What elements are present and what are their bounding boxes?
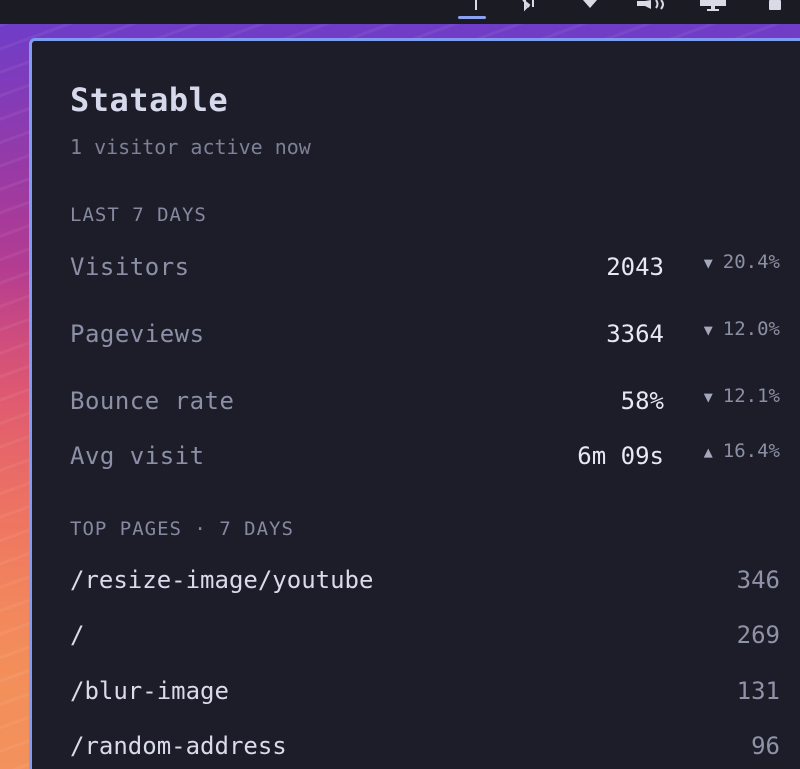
page-count: 346 xyxy=(736,566,780,594)
input-icon[interactable] xyxy=(468,0,484,14)
stat-value: 58% xyxy=(620,387,664,415)
trend-down-icon: ▼ xyxy=(703,388,713,406)
stats-section-label: LAST 7 DAYS xyxy=(70,204,207,226)
page-path: /blur-image xyxy=(70,677,229,705)
battery-icon[interactable] xyxy=(766,0,784,14)
stat-change: 12.1% xyxy=(722,385,780,407)
statable-popup: Statable 1 visitor active now LAST 7 DAY… xyxy=(29,38,800,769)
stat-trend: ▼ 12.0% xyxy=(704,318,780,340)
stat-label: Pageviews xyxy=(70,320,205,348)
stat-change: 12.0% xyxy=(722,318,780,340)
page-count: 131 xyxy=(736,677,780,705)
bluetooth-icon[interactable] xyxy=(516,0,538,14)
stat-label: Bounce rate xyxy=(70,387,235,415)
stat-label: Visitors xyxy=(70,253,190,281)
top-page-row[interactable]: /resize-image/youtube 346 xyxy=(70,566,780,600)
trend-up-icon: ▲ xyxy=(703,443,713,461)
page-path: /random-address xyxy=(70,732,287,760)
page-path: /resize-image/youtube xyxy=(70,566,374,594)
stat-trend: ▲ 16.4% xyxy=(704,440,780,462)
stat-value: 6m 09s xyxy=(577,442,664,470)
wifi-icon[interactable] xyxy=(580,0,600,14)
stat-row-pageviews[interactable]: Pageviews 3364 ▼ 12.0% xyxy=(70,318,780,354)
stat-value: 3364 xyxy=(606,320,664,348)
stat-row-visitors[interactable]: Visitors 2043 ▼ 20.4% xyxy=(70,251,780,287)
top-page-row[interactable]: /random-address 96 xyxy=(70,732,780,766)
stat-value: 2043 xyxy=(606,253,664,281)
top-page-row[interactable]: / 269 xyxy=(70,621,780,655)
stat-change: 20.4% xyxy=(722,251,780,273)
volume-icon[interactable] xyxy=(634,0,670,14)
active-visitors-text: 1 visitor active now xyxy=(70,135,311,159)
stat-change: 16.4% xyxy=(722,440,780,462)
active-indicator xyxy=(458,16,486,19)
page-count: 96 xyxy=(751,732,780,760)
top-pages-section-label: TOP PAGES · 7 DAYS xyxy=(70,518,294,540)
page-path: / xyxy=(70,621,85,649)
top-page-row[interactable]: /blur-image 131 xyxy=(70,677,780,711)
stat-row-bounce-rate[interactable]: Bounce rate 58% ▼ 12.1% xyxy=(70,385,780,421)
stat-label: Avg visit xyxy=(70,442,205,470)
display-icon[interactable] xyxy=(698,0,728,14)
app-title: Statable xyxy=(70,81,229,119)
stat-trend: ▼ 12.1% xyxy=(704,385,780,407)
stat-row-avg-visit[interactable]: Avg visit 6m 09s ▲ 16.4% xyxy=(70,440,780,476)
page-count: 269 xyxy=(736,621,780,649)
system-top-bar xyxy=(0,0,800,24)
trend-down-icon: ▼ xyxy=(703,321,713,339)
trend-down-icon: ▼ xyxy=(703,254,713,272)
stat-trend: ▼ 20.4% xyxy=(704,251,780,273)
